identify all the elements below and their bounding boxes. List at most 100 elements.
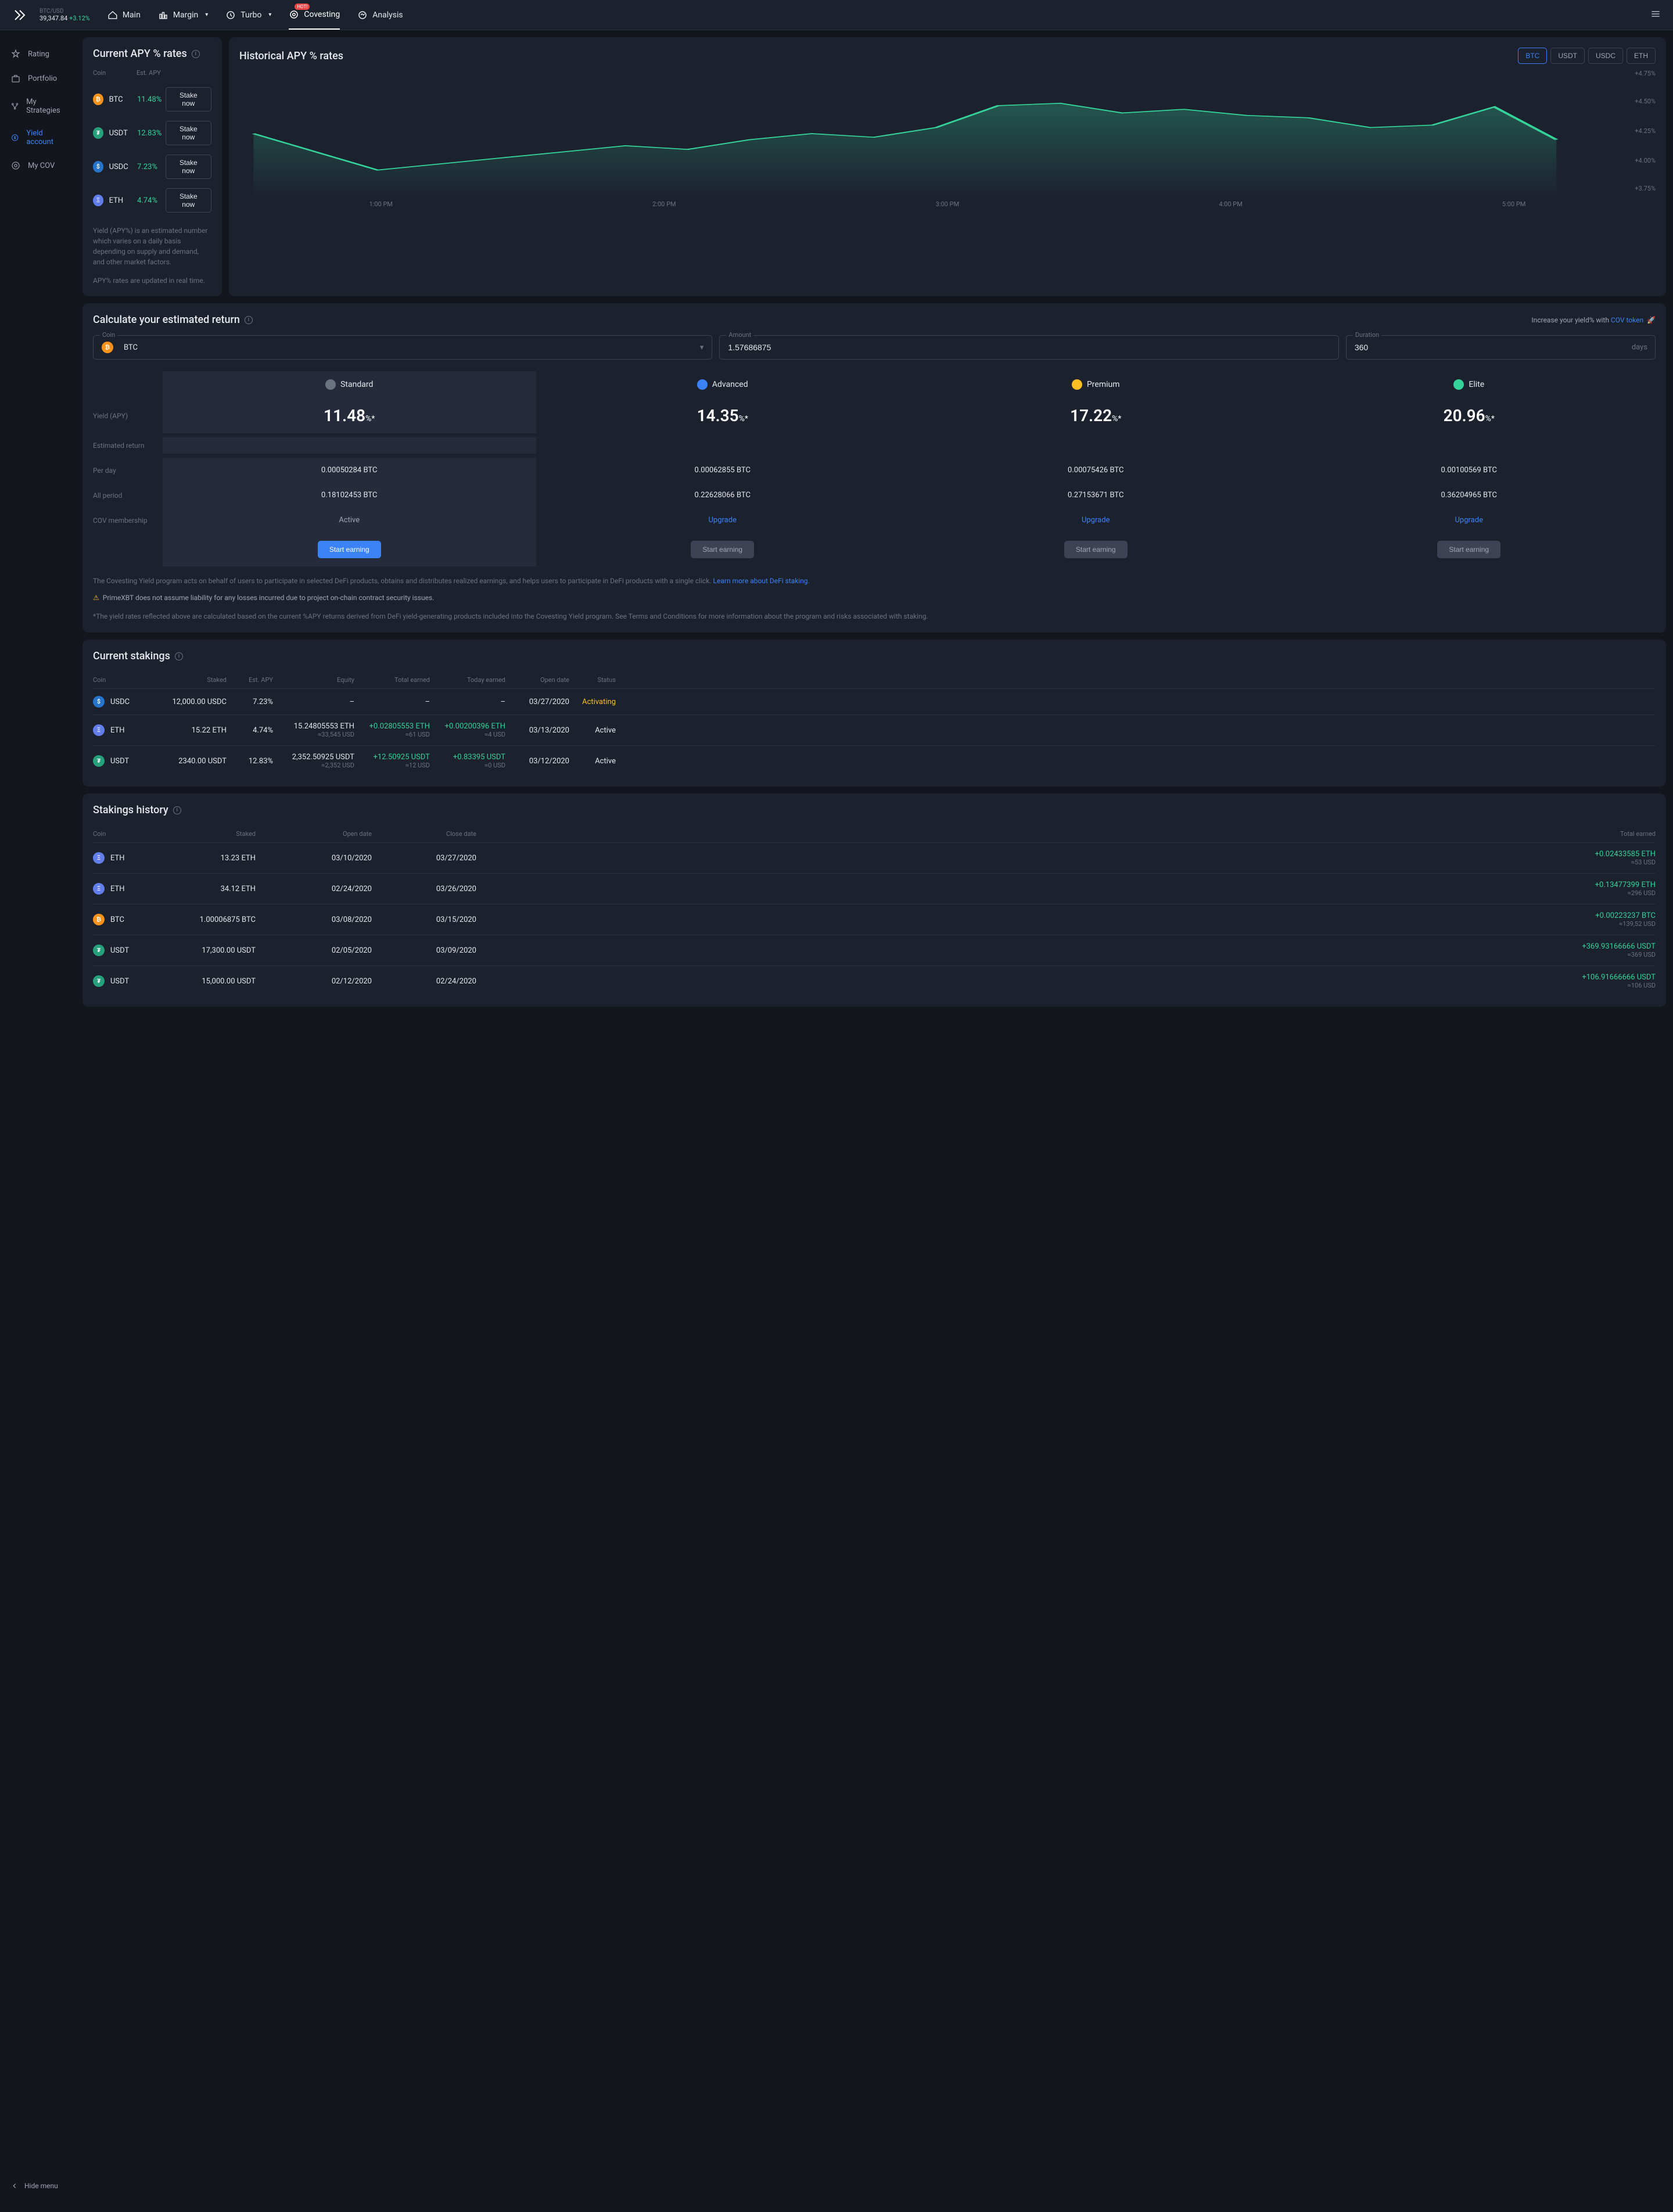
duration-input[interactable] bbox=[1346, 335, 1656, 360]
coin-select[interactable]: ₿ BTC ▾ bbox=[93, 335, 712, 360]
history-row: ΞETH 34.12 ETH 02/24/2020 03/26/2020 +0.… bbox=[93, 874, 1656, 904]
info-icon[interactable]: i bbox=[192, 50, 200, 58]
status-badge: Active bbox=[569, 726, 616, 735]
nav-analysis[interactable]: Analysis bbox=[357, 1, 403, 30]
ticker-price: 39,347.84 bbox=[40, 15, 67, 22]
sidebar-portfolio[interactable]: Portfolio bbox=[0, 66, 76, 91]
chevron-down-icon: ▾ bbox=[268, 12, 271, 18]
sidebar-rating[interactable]: Rating bbox=[0, 42, 76, 66]
staking-row: ₮USDT 2340.00 USDT 12.83% 2,352.50925 US… bbox=[93, 746, 1656, 776]
nav-turbo[interactable]: Turbo▾ bbox=[225, 1, 271, 30]
usdc-icon: $ bbox=[93, 696, 105, 708]
history-row: ₮USDT 15,000.00 USDT 02/12/2020 02/24/20… bbox=[93, 966, 1656, 996]
chart-tab-usdt[interactable]: USDT bbox=[1550, 48, 1585, 64]
sidebar-mycov[interactable]: My COV bbox=[0, 153, 76, 178]
stake-button[interactable]: Stake now bbox=[166, 87, 211, 112]
history-row: ₿BTC 1.00006875 BTC 03/08/2020 03/15/202… bbox=[93, 904, 1656, 935]
stakings-history-card: Stakings historyi Coin Staked Open date … bbox=[82, 793, 1666, 1007]
chart-tab-btc[interactable]: BTC bbox=[1518, 48, 1547, 64]
promo-text: Increase your yield% with COV token 🚀 bbox=[1531, 316, 1656, 324]
status-badge: Active bbox=[569, 757, 616, 766]
apy-row: ₿ BTC 11.48% Stake now bbox=[93, 82, 211, 116]
chart-tab-eth[interactable]: ETH bbox=[1627, 48, 1656, 64]
sidebar: Rating Portfolio My Strategies Yield acc… bbox=[0, 30, 76, 2212]
info-icon[interactable]: i bbox=[175, 652, 183, 660]
tier-badge-icon bbox=[1453, 379, 1464, 390]
history-row: ΞETH 13.23 ETH 03/10/2020 03/27/2020 +0.… bbox=[93, 843, 1656, 874]
tier-name: Premium bbox=[914, 379, 1278, 390]
warning-text: ⚠PrimeXBT does not assume liability for … bbox=[93, 594, 1656, 602]
status-badge: Activating bbox=[569, 698, 616, 706]
tier-row-label: Estimated return bbox=[93, 433, 163, 458]
apy-value: 7.23% bbox=[137, 163, 165, 171]
eth-icon: Ξ bbox=[93, 195, 103, 206]
upgrade-link[interactable]: Upgrade bbox=[914, 516, 1278, 525]
coin-name: ETH bbox=[109, 196, 137, 205]
start-earning-button[interactable]: Start earning bbox=[691, 541, 754, 558]
info-icon[interactable]: i bbox=[173, 806, 181, 814]
warning-icon: ⚠ bbox=[93, 594, 99, 602]
hot-badge: HOT! bbox=[295, 3, 310, 10]
stake-button[interactable]: Stake now bbox=[166, 188, 211, 213]
tier-row-label: Per day bbox=[93, 458, 163, 483]
start-earning-button[interactable]: Start earning bbox=[1437, 541, 1500, 558]
tier-row-label bbox=[93, 541, 163, 558]
apy-row: $ USDC 7.23% Stake now bbox=[93, 150, 211, 184]
yield-icon bbox=[10, 132, 19, 143]
nav-main[interactable]: Main bbox=[107, 1, 141, 30]
home-icon bbox=[107, 10, 118, 20]
chart-tabs: BTCUSDTUSDCETH bbox=[1518, 48, 1656, 64]
tier-apy: 17.22%* bbox=[914, 406, 1278, 425]
chevron-down-icon: ▾ bbox=[205, 12, 208, 18]
upgrade-link[interactable]: Upgrade bbox=[541, 516, 905, 525]
nav-margin[interactable]: Margin▾ bbox=[158, 1, 208, 30]
calculator-card: Calculate your estimated returni Increas… bbox=[82, 303, 1666, 633]
tier-row-label: All period bbox=[93, 483, 163, 508]
apy-row: Ξ ETH 4.74% Stake now bbox=[93, 184, 211, 217]
amount-input[interactable] bbox=[719, 335, 1338, 360]
tier-name: Standard bbox=[167, 379, 532, 390]
top-header: BTC/USD 39,347.84 +3.12% Main Margin▾ Tu… bbox=[0, 0, 1673, 30]
apy-value: 11.48% bbox=[137, 95, 165, 104]
analysis-icon bbox=[357, 10, 368, 20]
start-earning-button[interactable]: Start earning bbox=[1064, 541, 1128, 558]
tier-badge-icon bbox=[1072, 379, 1082, 390]
logo[interactable] bbox=[12, 7, 28, 23]
cov-token-link[interactable]: COV token bbox=[1611, 316, 1643, 324]
nav-covesting[interactable]: HOT! Covesting bbox=[289, 1, 340, 30]
chart-icon bbox=[158, 10, 168, 20]
star-icon bbox=[10, 49, 21, 59]
sidebar-yield[interactable]: Yield account bbox=[0, 122, 76, 153]
menu-icon bbox=[1650, 8, 1661, 20]
learn-more-link[interactable]: Learn more about DeFi staking. bbox=[713, 577, 810, 585]
chart-tab-usdc[interactable]: USDC bbox=[1588, 48, 1623, 64]
apy-note: APY% rates are updated in real time. bbox=[93, 275, 211, 286]
disclaimer: *The yield rates reflected above are cal… bbox=[93, 611, 1656, 622]
hide-menu-button[interactable]: Hide menu bbox=[0, 2171, 76, 2200]
historical-apy-card: Historical APY % rates BTCUSDTUSDCETH +4… bbox=[229, 37, 1666, 296]
apy-note: Yield (APY%) is an estimated number whic… bbox=[93, 225, 211, 267]
info-icon[interactable]: i bbox=[245, 316, 253, 324]
ticker: BTC/USD 39,347.84 +3.12% bbox=[40, 8, 90, 22]
coin-name: USDC bbox=[109, 163, 137, 171]
upgrade-link[interactable]: Upgrade bbox=[1287, 516, 1652, 525]
briefcase-icon bbox=[10, 73, 21, 84]
current-apy-card: Current APY % ratesi CoinEst. APY ₿ BTC … bbox=[82, 37, 222, 296]
stake-button[interactable]: Stake now bbox=[166, 155, 211, 179]
tier-apy: 20.96%* bbox=[1287, 406, 1652, 425]
ticker-pair: BTC/USD bbox=[40, 8, 90, 15]
staking-row: ΞETH 15.22 ETH 4.74% 15.24805553 ETH≈33,… bbox=[93, 715, 1656, 746]
tier-row-label: COV membership bbox=[93, 508, 163, 533]
sidebar-strategies[interactable]: My Strategies bbox=[0, 91, 76, 122]
tier-row-label bbox=[93, 376, 163, 393]
card-title: Current APY % ratesi bbox=[93, 48, 211, 60]
history-row: ₮USDT 17,300.00 USDT 02/05/2020 03/09/20… bbox=[93, 935, 1656, 966]
stake-button[interactable]: Stake now bbox=[166, 121, 211, 145]
apy-row: ₮ USDT 12.83% Stake now bbox=[93, 116, 211, 150]
tier-apy: 14.35%* bbox=[541, 406, 905, 425]
apy-value: 12.83% bbox=[137, 129, 165, 138]
start-earning-button[interactable]: Start earning bbox=[318, 541, 381, 558]
usdt-icon: ₮ bbox=[93, 975, 105, 987]
tier-row-label: Yield (APY) bbox=[93, 404, 163, 428]
menu-button[interactable] bbox=[1650, 8, 1661, 22]
